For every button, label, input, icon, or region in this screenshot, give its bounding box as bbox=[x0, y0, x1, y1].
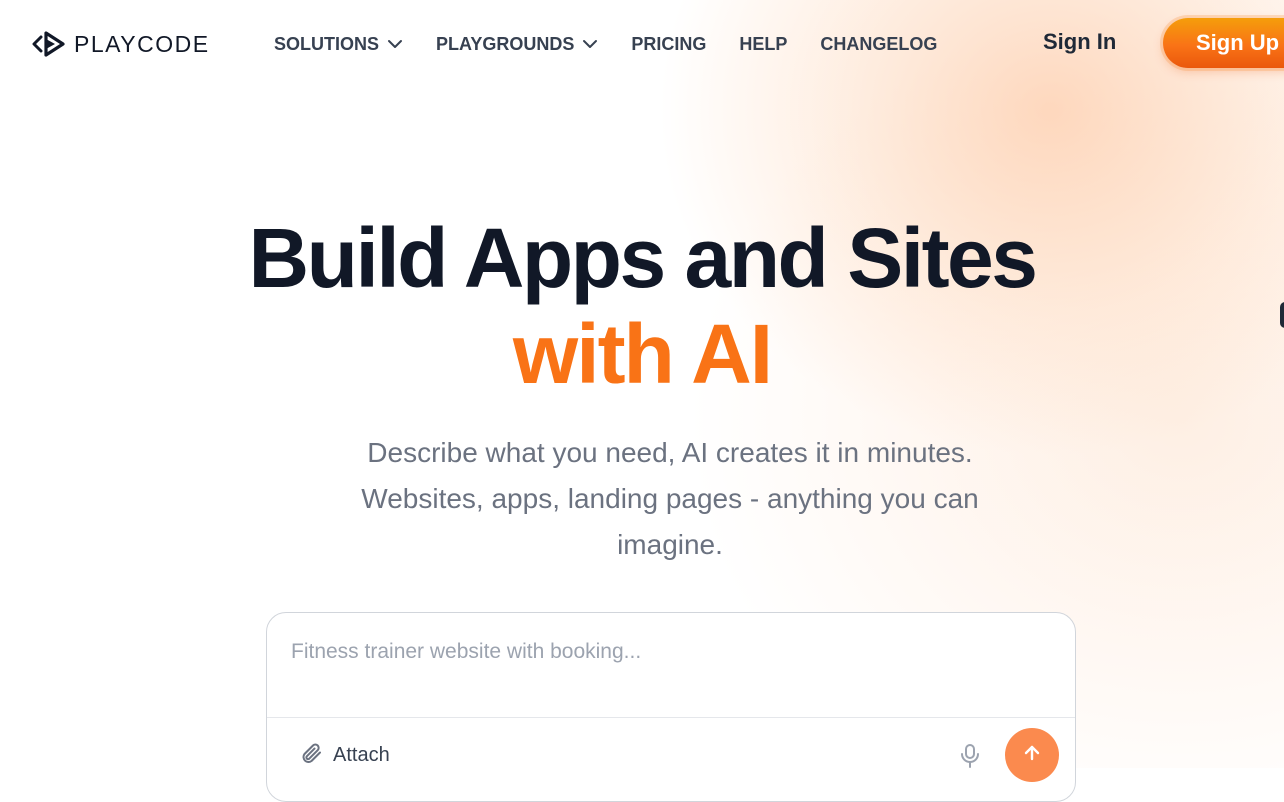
chevron-down-icon bbox=[387, 36, 403, 52]
site-header: PLAYCODE SOLUTIONS PLAYGROUNDS PRICING H… bbox=[0, 0, 1284, 88]
hero-title-line1: Build Apps and Sites bbox=[248, 211, 1038, 305]
hero-title-accent: with AI bbox=[512, 307, 773, 401]
nav-item-label: PRICING bbox=[631, 33, 707, 54]
attach-label: Attach bbox=[333, 744, 390, 766]
arrow-up-icon bbox=[1022, 743, 1042, 768]
nav-item-solutions[interactable]: SOLUTIONS bbox=[274, 34, 403, 55]
nav-item-changelog[interactable]: CHANGELOG bbox=[820, 34, 937, 55]
nav-item-label: CHANGELOG bbox=[820, 33, 938, 54]
send-button[interactable] bbox=[1005, 728, 1059, 782]
prompt-box: Attach bbox=[266, 612, 1076, 802]
nav-item-label: PLAYGROUNDS bbox=[436, 33, 575, 54]
sign-up-button[interactable]: Sign Up bbox=[1163, 18, 1284, 68]
microphone-icon bbox=[959, 744, 981, 773]
brand-name: PLAYCODE bbox=[74, 30, 210, 57]
hero-title: Build Apps and Sites with AI bbox=[0, 210, 1284, 402]
chevron-down-icon bbox=[582, 36, 598, 52]
nav-item-label: HELP bbox=[739, 33, 788, 54]
prompt-input[interactable] bbox=[289, 639, 1053, 665]
main-nav: SOLUTIONS PLAYGROUNDS PRICING HELP CHANG… bbox=[274, 30, 970, 58]
nav-item-pricing[interactable]: PRICING bbox=[631, 34, 706, 55]
microphone-button[interactable] bbox=[959, 743, 981, 774]
hero-subtitle: Describe what you need, AI creates it in… bbox=[361, 437, 979, 560]
prompt-divider bbox=[267, 717, 1075, 718]
paperclip-icon bbox=[299, 741, 323, 770]
playcode-logo-icon bbox=[32, 30, 66, 58]
nav-item-playgrounds[interactable]: PLAYGROUNDS bbox=[436, 34, 598, 55]
sign-in-link[interactable]: Sign In bbox=[1043, 29, 1116, 55]
brand-logo[interactable]: PLAYCODE bbox=[32, 30, 210, 58]
nav-item-label: SOLUTIONS bbox=[274, 33, 380, 54]
nav-item-help[interactable]: HELP bbox=[739, 34, 787, 55]
attach-button[interactable]: Attach bbox=[299, 741, 390, 770]
